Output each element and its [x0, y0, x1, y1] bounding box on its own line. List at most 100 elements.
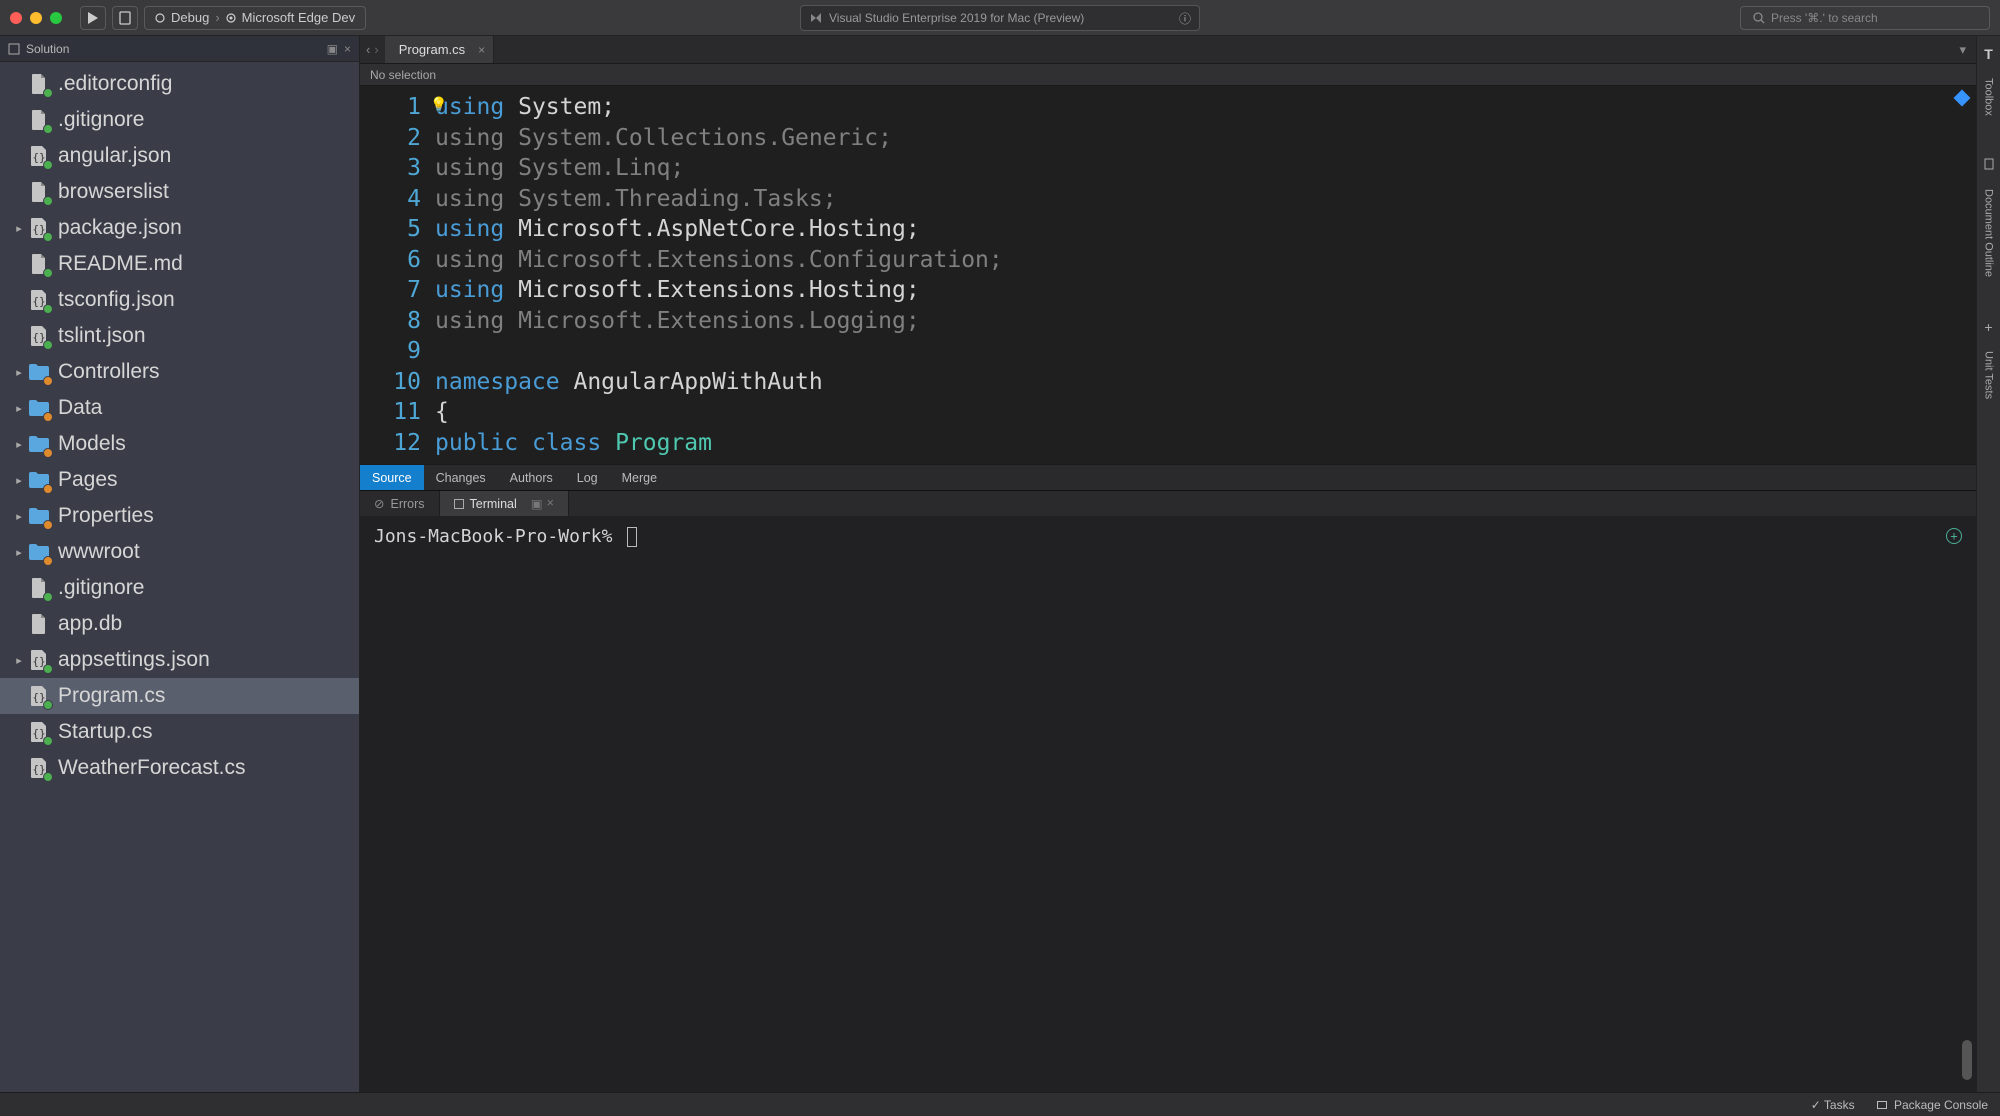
tree-item-wwwroot[interactable]: ▸ wwwroot [0, 534, 359, 570]
status-badge [43, 736, 53, 746]
nav-back-icon[interactable]: ‹ [366, 42, 370, 57]
source-tab-merge[interactable]: Merge [610, 465, 669, 490]
popout-icon[interactable]: ▣ [327, 42, 338, 56]
tree-item--gitignore[interactable]: .gitignore [0, 102, 359, 138]
close-tab-icon[interactable]: × [478, 43, 485, 57]
json-icon: {} [28, 649, 50, 671]
tree-item-models[interactable]: ▸Models [0, 426, 359, 462]
maximize-window-icon[interactable] [50, 12, 62, 24]
expand-chevron-icon[interactable]: ▸ [14, 510, 24, 523]
status-badge [43, 484, 53, 494]
window-controls [10, 12, 62, 24]
breadcrumb-bar[interactable]: No selection [360, 64, 1976, 86]
global-search[interactable]: Press '⌘.' to search [1740, 6, 1990, 30]
editor-area: ‹ › Program.cs × ▾ No selection 12345678… [360, 36, 1976, 1092]
code-editor[interactable]: 💡 using System;using System.Collections.… [435, 86, 1976, 464]
close-window-icon[interactable] [10, 12, 22, 24]
close-panel-icon[interactable]: × [344, 42, 351, 56]
doc-outline-tab-label[interactable]: Document Outline [1983, 189, 1995, 277]
toolbox-tab-icon[interactable]: T [1984, 46, 1993, 62]
info-icon[interactable]: ⓘ [1179, 10, 1191, 27]
panel-tab-terminal[interactable]: Terminal ▣ × [440, 491, 569, 516]
sidebar-title: Solution [26, 42, 69, 56]
status-badge [43, 664, 53, 674]
tree-item-program-cs[interactable]: {}Program.cs [0, 678, 359, 714]
terminal-scrollbar[interactable] [1962, 1040, 1972, 1080]
tree-item-weatherforecast-cs[interactable]: {}WeatherForecast.cs [0, 750, 359, 786]
window-title: Visual Studio Enterprise 2019 for Mac (P… [800, 5, 1200, 31]
tree-item-package-json[interactable]: ▸{}package.json [0, 210, 359, 246]
tree-item-tslint-json[interactable]: {}tslint.json [0, 318, 359, 354]
tree-item-label: wwwroot [58, 540, 140, 564]
tree-item-label: Controllers [58, 360, 160, 384]
popout-terminal-icon[interactable]: ▣ [531, 496, 543, 511]
expand-chevron-icon[interactable]: ▸ [14, 402, 24, 415]
run-configuration-select[interactable]: Debug › Microsoft Edge Dev [144, 6, 366, 30]
source-tab-authors[interactable]: Authors [498, 465, 565, 490]
line-gutter: 123456789101112 [360, 86, 435, 464]
doc-outline-tab-icon[interactable] [1983, 158, 1995, 173]
source-tab-source[interactable]: Source [360, 465, 424, 490]
tasks-status[interactable]: ✓ Tasks [1811, 1098, 1855, 1112]
status-badge [43, 772, 53, 782]
tree-item-label: Properties [58, 504, 154, 528]
tree-item-appsettings-json[interactable]: ▸{}appsettings.json [0, 642, 359, 678]
json-icon: {} [28, 685, 50, 707]
expand-chevron-icon[interactable]: ▸ [14, 474, 24, 487]
source-tab-changes[interactable]: Changes [424, 465, 498, 490]
tree-item-browserslist[interactable]: browserslist [0, 174, 359, 210]
expand-chevron-icon[interactable]: ▸ [14, 222, 24, 235]
tree-item-startup-cs[interactable]: {}Startup.cs [0, 714, 359, 750]
tree-item-pages[interactable]: ▸ Pages [0, 462, 359, 498]
solution-sidebar: Solution ▣ × .editorconfig.gitignore{}an… [0, 36, 360, 1092]
status-badge [43, 124, 53, 134]
run-button[interactable] [80, 6, 106, 30]
status-badge [43, 376, 53, 386]
panel-tab-errors[interactable]: ⊘ Errors [360, 491, 440, 516]
close-terminal-icon[interactable]: × [547, 496, 554, 511]
new-terminal-icon[interactable]: + [1946, 528, 1962, 544]
expand-chevron-icon[interactable]: ▸ [14, 438, 24, 451]
doc-tab-program[interactable]: Program.cs × [385, 36, 494, 63]
json-icon: {} [28, 721, 50, 743]
tree-item-tsconfig-json[interactable]: {}tsconfig.json [0, 282, 359, 318]
right-tool-strip: T Toolbox Document Outline + Unit Tests [1976, 36, 2000, 1092]
tree-item-properties[interactable]: ▸ Properties [0, 498, 359, 534]
solution-tree[interactable]: .editorconfig.gitignore{}angular.jsonbro… [0, 62, 359, 1092]
tree-item--gitignore[interactable]: .gitignore [0, 570, 359, 606]
unit-tests-tab-icon[interactable]: + [1984, 319, 1992, 335]
status-badge [43, 520, 53, 530]
breadcrumb-text: No selection [370, 68, 436, 82]
expand-chevron-icon[interactable]: ▸ [14, 654, 24, 667]
doc-icon [28, 181, 50, 203]
tree-item-app-db[interactable]: app.db [0, 606, 359, 642]
source-tab-log[interactable]: Log [565, 465, 610, 490]
doc-icon [28, 109, 50, 131]
tree-item--editorconfig[interactable]: .editorconfig [0, 66, 359, 102]
doc-icon [28, 253, 50, 275]
status-badge [43, 412, 53, 422]
unit-tests-tab-label[interactable]: Unit Tests [1983, 351, 1995, 399]
nav-forward-icon[interactable]: › [374, 42, 378, 57]
lightbulb-icon[interactable]: 💡 [430, 90, 447, 121]
search-icon [1753, 12, 1765, 24]
tree-item-angular-json[interactable]: {}angular.json [0, 138, 359, 174]
expand-chevron-icon[interactable]: ▸ [14, 366, 24, 379]
tab-overflow-icon[interactable]: ▾ [1949, 36, 1976, 63]
tree-item-data[interactable]: ▸Data [0, 390, 359, 426]
package-console-status[interactable]: Package Console [1877, 1098, 1988, 1112]
tree-item-label: Pages [58, 468, 118, 492]
terminal-body[interactable]: Jons-MacBook-Pro-Work% + [360, 516, 1976, 1092]
minimize-window-icon[interactable] [30, 12, 42, 24]
json-icon: {} [28, 757, 50, 779]
device-button[interactable] [112, 6, 138, 30]
bug-icon [155, 13, 165, 23]
expand-chevron-icon[interactable]: ▸ [14, 546, 24, 559]
chevron-right-icon: › [215, 10, 219, 25]
toolbox-tab-label[interactable]: Toolbox [1983, 78, 1995, 116]
console-icon [1877, 1101, 1887, 1109]
tree-item-readme-md[interactable]: README.md [0, 246, 359, 282]
status-badge [43, 160, 53, 170]
tree-item-controllers[interactable]: ▸ Controllers [0, 354, 359, 390]
run-target-label: Microsoft Edge Dev [242, 10, 355, 25]
